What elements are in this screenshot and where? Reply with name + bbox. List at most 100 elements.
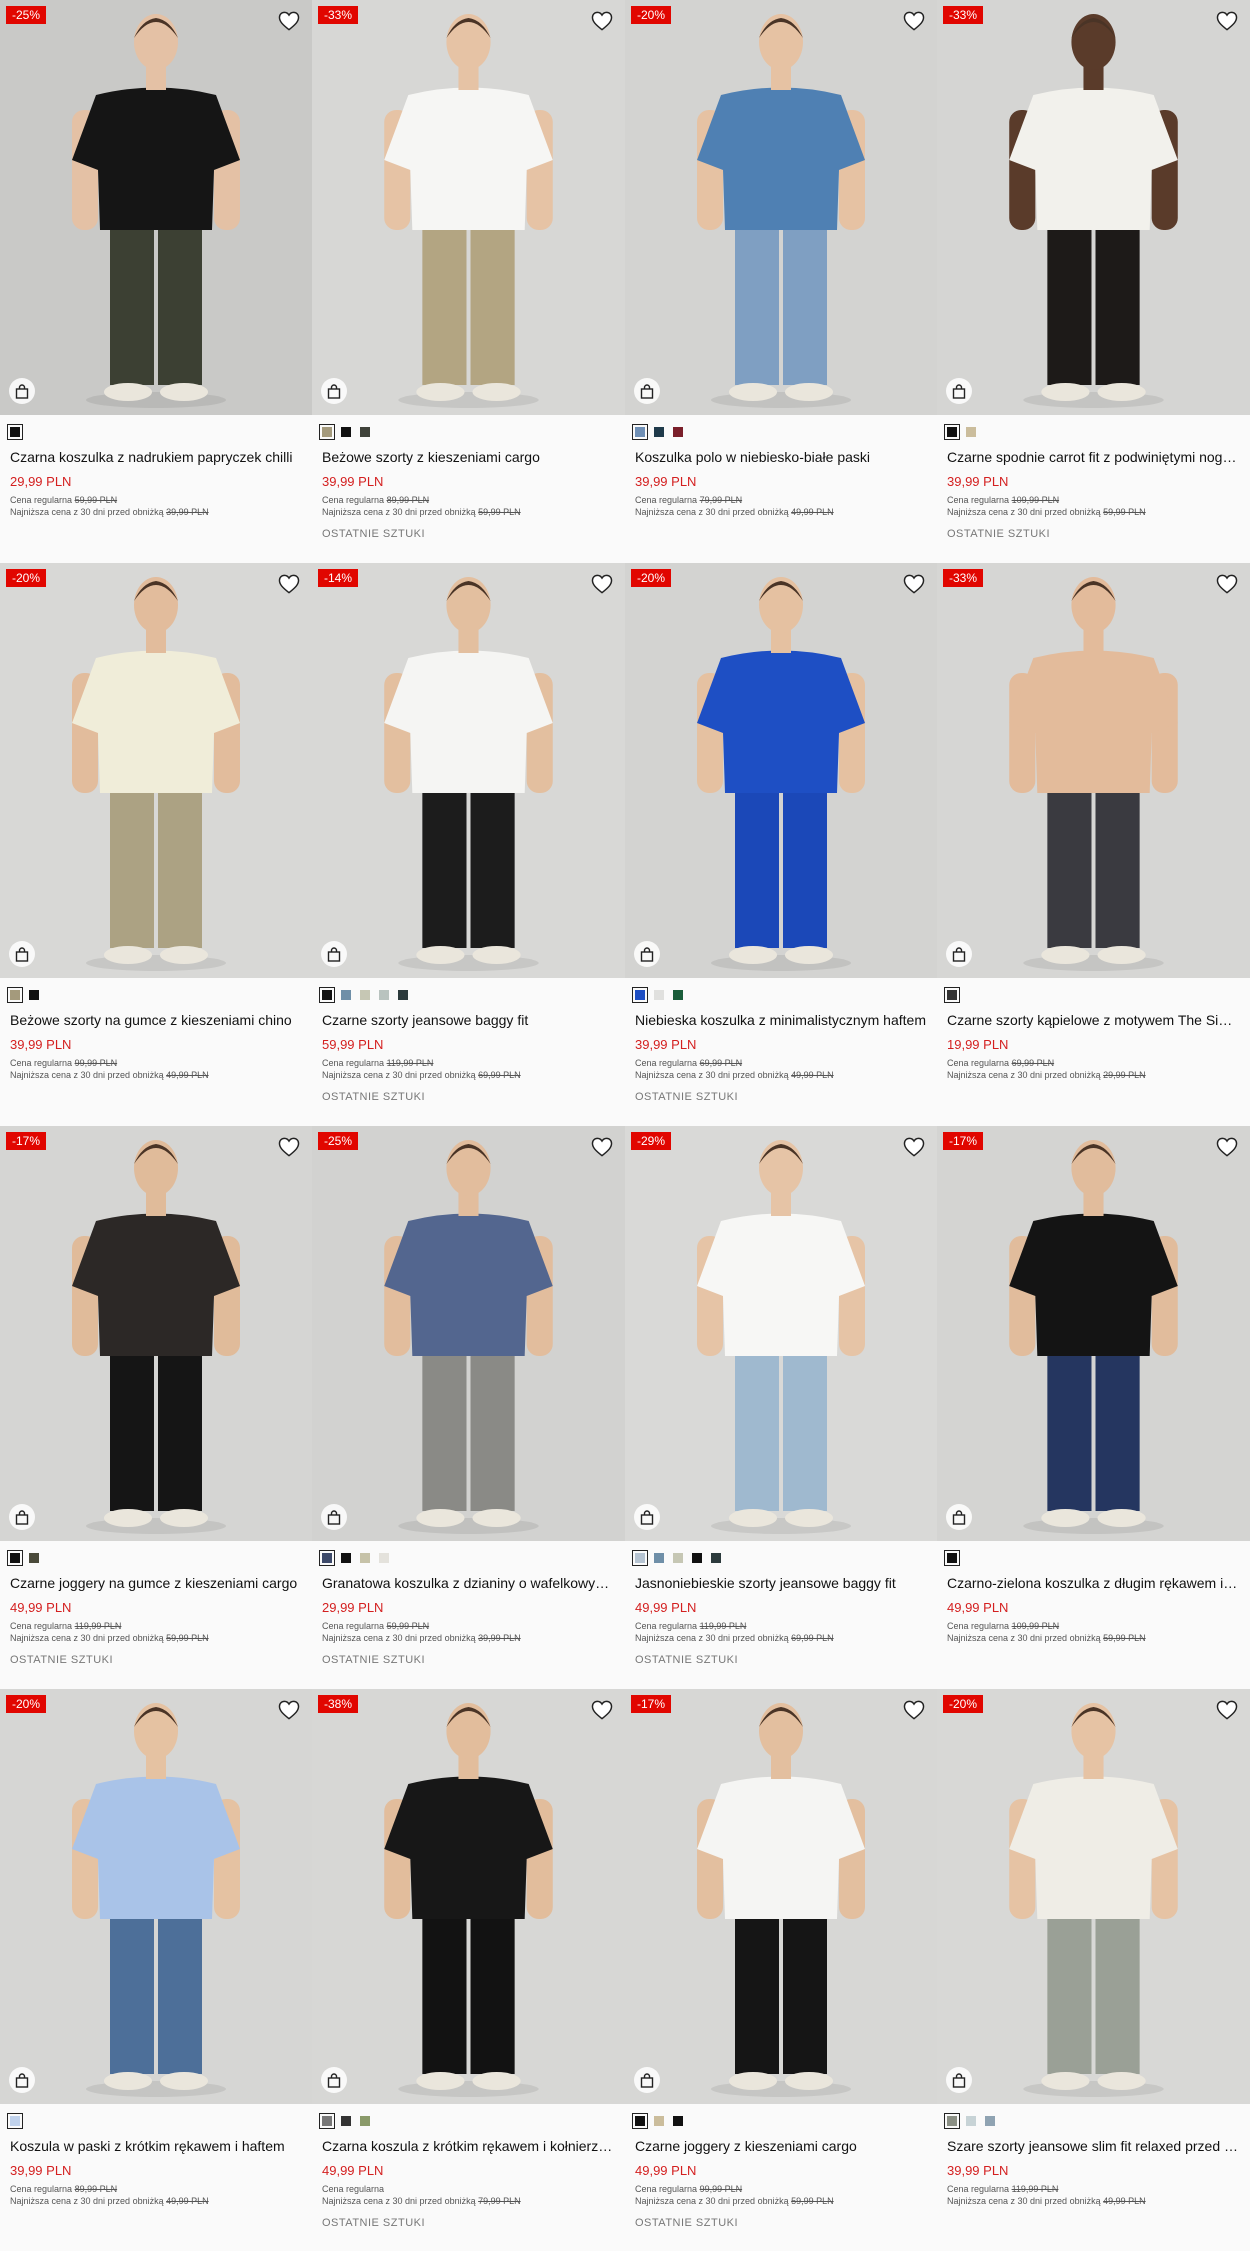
color-swatch[interactable]	[319, 987, 335, 1003]
shopping-bag-icon[interactable]	[946, 941, 972, 967]
heart-icon[interactable]	[1216, 1700, 1238, 1720]
product-card[interactable]: -25% Granatowa koszulka z dzianiny o waf…	[312, 1126, 625, 1689]
shopping-bag-icon[interactable]	[634, 2067, 660, 2093]
color-swatch[interactable]	[673, 1553, 683, 1563]
shopping-bag-icon[interactable]	[9, 1504, 35, 1530]
product-card[interactable]: -33% Czarne spodnie carrot fit z podwini…	[937, 0, 1250, 563]
color-swatch[interactable]	[966, 2116, 976, 2126]
product-image[interactable]: -20%	[0, 563, 312, 978]
heart-icon[interactable]	[591, 11, 613, 31]
product-name[interactable]: Szare szorty jeansowe slim fit relaxed p…	[947, 2138, 1240, 2154]
shopping-bag-icon[interactable]	[946, 378, 972, 404]
color-swatch[interactable]	[7, 424, 23, 440]
color-swatch[interactable]	[944, 424, 960, 440]
product-image[interactable]: -20%	[625, 563, 937, 978]
color-swatch[interactable]	[319, 1550, 335, 1566]
color-swatch[interactable]	[711, 1553, 721, 1563]
product-card[interactable]: -33% Czarne szorty kąpielowe z motywem T…	[937, 563, 1250, 1126]
heart-icon[interactable]	[278, 11, 300, 31]
product-name[interactable]: Czarne joggery z kieszeniami cargo	[635, 2138, 927, 2154]
shopping-bag-icon[interactable]	[321, 378, 347, 404]
color-swatch[interactable]	[341, 990, 351, 1000]
product-card[interactable]: -25% Czarna koszulka z nadrukiem paprycz…	[0, 0, 312, 563]
color-swatch[interactable]	[398, 990, 408, 1000]
product-name[interactable]: Czarne spodnie carrot fit z podwiniętymi…	[947, 449, 1240, 465]
product-card[interactable]: -20% Niebieska koszulka z minimalistyczn…	[625, 563, 937, 1126]
color-swatch[interactable]	[692, 1553, 702, 1563]
shopping-bag-icon[interactable]	[321, 1504, 347, 1530]
product-card[interactable]: -20% Szare szorty jeansowe slim fit rela…	[937, 1689, 1250, 2251]
product-card[interactable]: -17% Czarne joggery na gumce z kieszenia…	[0, 1126, 312, 1689]
color-swatch[interactable]	[360, 1553, 370, 1563]
color-swatch[interactable]	[341, 2116, 351, 2126]
heart-icon[interactable]	[903, 574, 925, 594]
product-name[interactable]: Czarna koszula z krótkim rękawem i kołni…	[322, 2138, 615, 2154]
product-image[interactable]: -17%	[937, 1126, 1250, 1541]
product-image[interactable]: -17%	[625, 1689, 937, 2104]
color-swatch[interactable]	[673, 990, 683, 1000]
shopping-bag-icon[interactable]	[946, 1504, 972, 1530]
color-swatch[interactable]	[654, 990, 664, 1000]
heart-icon[interactable]	[278, 1137, 300, 1157]
shopping-bag-icon[interactable]	[946, 2067, 972, 2093]
heart-icon[interactable]	[591, 1700, 613, 1720]
color-swatch[interactable]	[7, 1550, 23, 1566]
product-name[interactable]: Niebieska koszulka z minimalistycznym ha…	[635, 1012, 927, 1028]
product-image[interactable]: -33%	[937, 0, 1250, 415]
heart-icon[interactable]	[1216, 574, 1238, 594]
color-swatch[interactable]	[632, 2113, 648, 2129]
product-card[interactable]: -29% Jasnoniebieskie szorty jeansowe bag…	[625, 1126, 937, 1689]
heart-icon[interactable]	[278, 1700, 300, 1720]
color-swatch[interactable]	[966, 427, 976, 437]
color-swatch[interactable]	[29, 1553, 39, 1563]
product-image[interactable]: -33%	[312, 0, 625, 415]
product-image[interactable]: -29%	[625, 1126, 937, 1541]
product-image[interactable]: -33%	[937, 563, 1250, 978]
shopping-bag-icon[interactable]	[9, 941, 35, 967]
shopping-bag-icon[interactable]	[634, 378, 660, 404]
product-image[interactable]: -14%	[312, 563, 625, 978]
product-name[interactable]: Beżowe szorty z kieszeniami cargo	[322, 449, 615, 465]
product-card[interactable]: -33% Beżowe szorty z kieszeniami cargo 3…	[312, 0, 625, 563]
color-swatch[interactable]	[341, 1553, 351, 1563]
color-swatch[interactable]	[673, 2116, 683, 2126]
product-name[interactable]: Czarna koszulka z nadrukiem papryczek ch…	[10, 449, 302, 465]
color-swatch[interactable]	[360, 990, 370, 1000]
product-card[interactable]: -20% Beżowe szorty na gumce z kieszeniam…	[0, 563, 312, 1126]
product-name[interactable]: Czarno-zielona koszulka z długim rękawem…	[947, 1575, 1240, 1591]
product-image[interactable]: -25%	[312, 1126, 625, 1541]
product-image[interactable]: -25%	[0, 0, 312, 415]
color-swatch[interactable]	[341, 427, 351, 437]
color-swatch[interactable]	[29, 990, 39, 1000]
product-name[interactable]: Czarne joggery na gumce z kieszeniami ca…	[10, 1575, 302, 1591]
color-swatch[interactable]	[319, 424, 335, 440]
product-card[interactable]: -38% Czarna koszula z krótkim rękawem i …	[312, 1689, 625, 2251]
heart-icon[interactable]	[903, 1700, 925, 1720]
heart-icon[interactable]	[591, 1137, 613, 1157]
product-card[interactable]: -14% Czarne szorty jeansowe baggy fit 59…	[312, 563, 625, 1126]
product-image[interactable]: -20%	[0, 1689, 312, 2104]
shopping-bag-icon[interactable]	[9, 378, 35, 404]
product-name[interactable]: Jasnoniebieskie szorty jeansowe baggy fi…	[635, 1575, 927, 1591]
heart-icon[interactable]	[903, 1137, 925, 1157]
color-swatch[interactable]	[985, 2116, 995, 2126]
product-card[interactable]: -20% Koszula w paski z krótkim rękawem i…	[0, 1689, 312, 2251]
heart-icon[interactable]	[591, 574, 613, 594]
shopping-bag-icon[interactable]	[321, 941, 347, 967]
color-swatch[interactable]	[944, 1550, 960, 1566]
color-swatch[interactable]	[360, 2116, 370, 2126]
color-swatch[interactable]	[379, 1553, 389, 1563]
product-name[interactable]: Granatowa koszulka z dzianiny o wafelkow…	[322, 1575, 615, 1591]
color-swatch[interactable]	[632, 987, 648, 1003]
product-image[interactable]: -17%	[0, 1126, 312, 1541]
color-swatch[interactable]	[944, 2113, 960, 2129]
product-image[interactable]: -20%	[937, 1689, 1250, 2104]
heart-icon[interactable]	[903, 11, 925, 31]
heart-icon[interactable]	[278, 574, 300, 594]
shopping-bag-icon[interactable]	[321, 2067, 347, 2093]
color-swatch[interactable]	[379, 990, 389, 1000]
product-name[interactable]: Koszulka polo w niebiesko-białe paski	[635, 449, 927, 465]
color-swatch[interactable]	[7, 987, 23, 1003]
color-swatch[interactable]	[654, 1553, 664, 1563]
color-swatch[interactable]	[654, 427, 664, 437]
